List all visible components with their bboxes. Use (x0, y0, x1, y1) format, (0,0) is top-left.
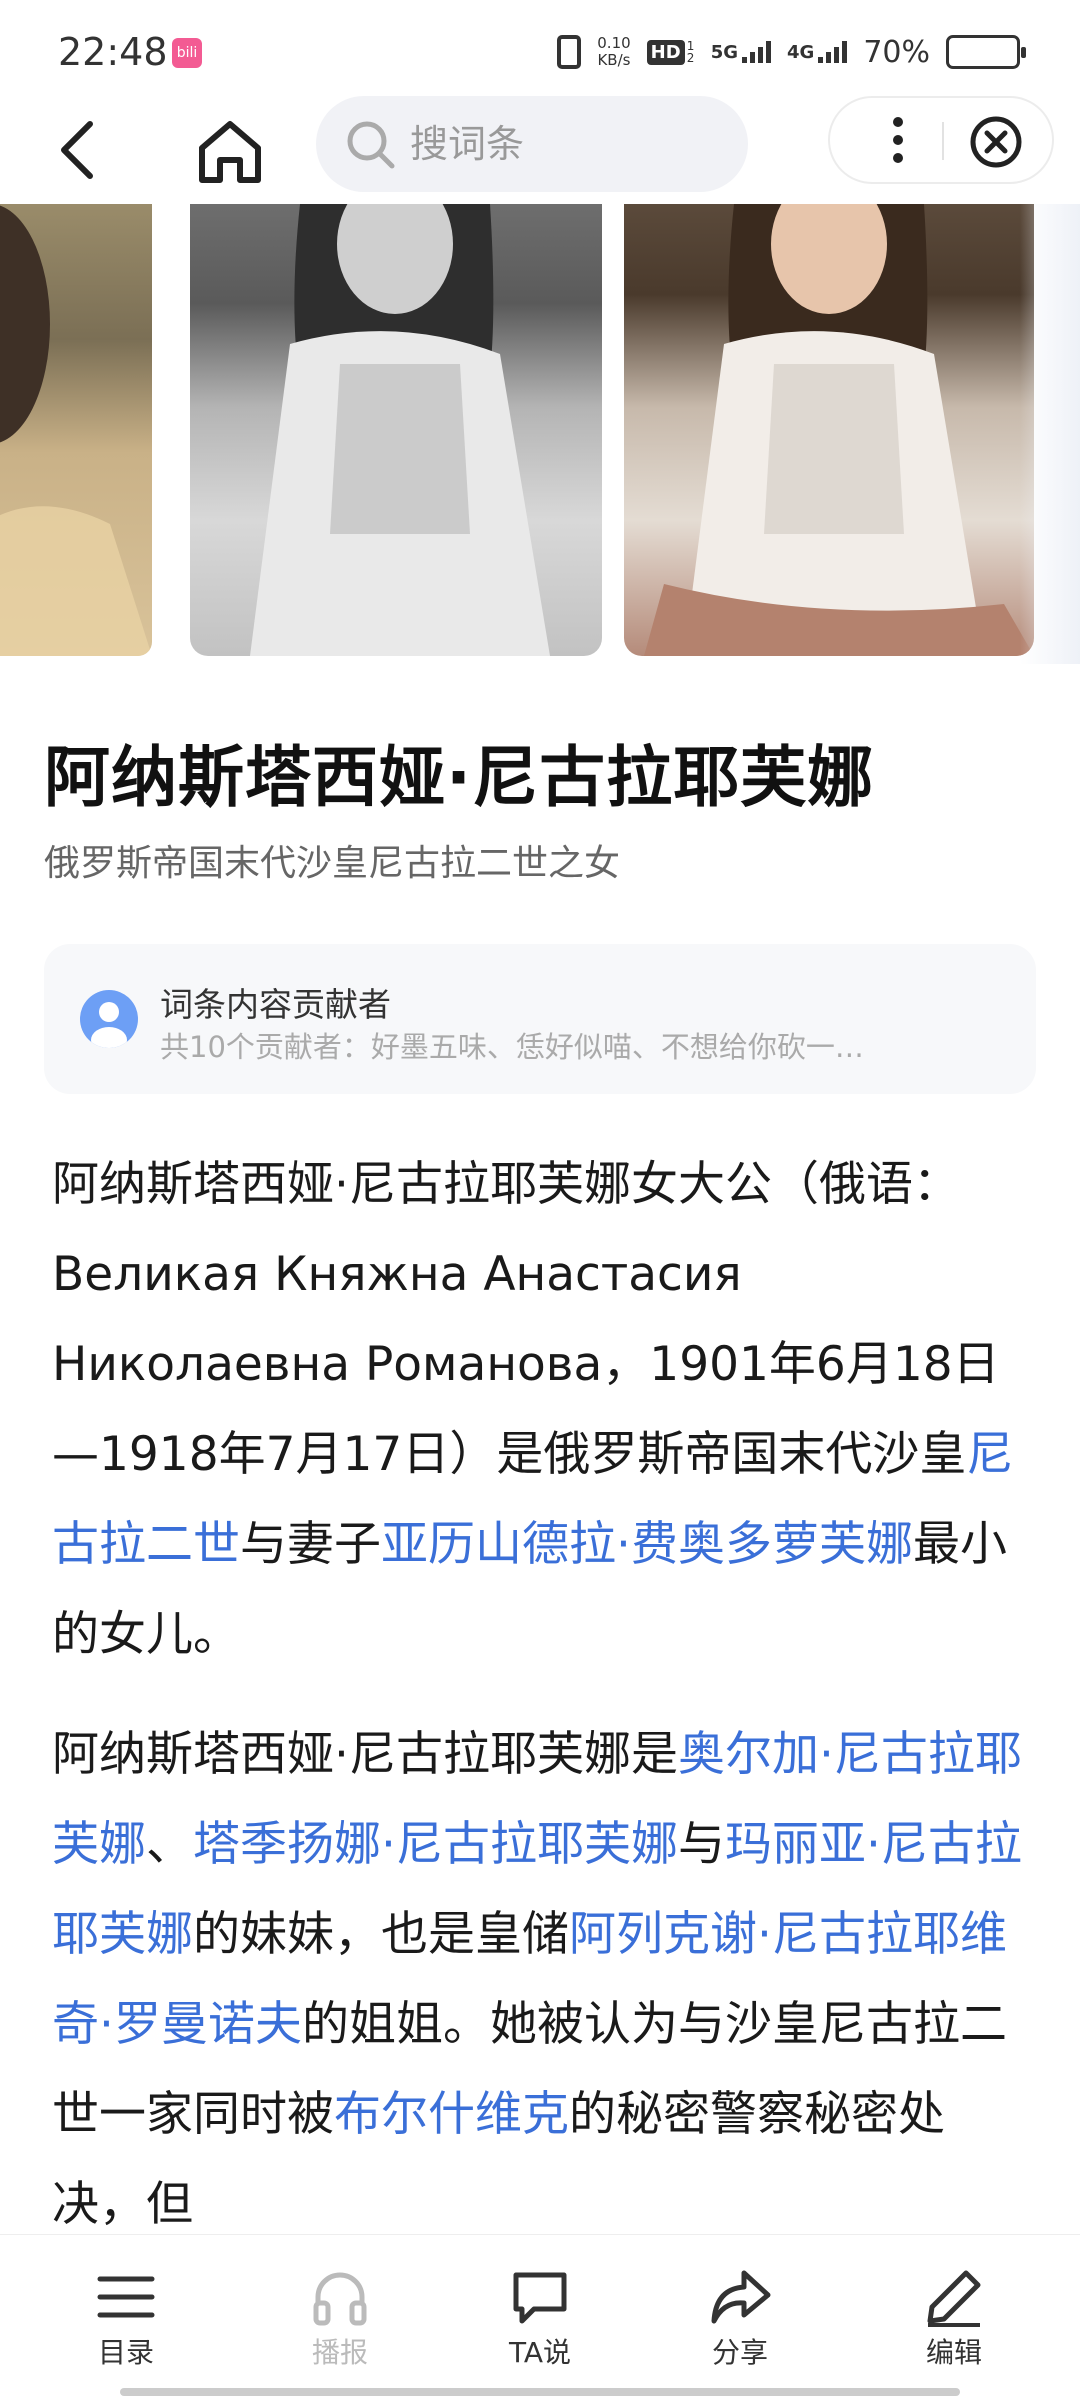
signal-bars-icon (818, 41, 848, 63)
contributors-card[interactable]: 词条内容贡献者 共10个贡献者：好墨五味、恁好似喵、不想给你砍一… (44, 944, 1036, 1094)
signal-bars-icon (742, 41, 771, 63)
portrait-image (250, 204, 550, 656)
share-icon (711, 2270, 771, 2324)
mini-app-capsule (828, 96, 1054, 184)
hd-voice-icon: HD (646, 39, 685, 65)
comment-icon (513, 2272, 567, 2324)
body-text: 阿纳斯塔西娅·尼古拉耶芙娜是 (52, 1727, 678, 1782)
signal-5g: 5G (711, 41, 771, 63)
battery-icon (946, 35, 1026, 69)
portrait-image (644, 204, 1034, 656)
bilibili-notification-icon: bili (172, 38, 202, 68)
search-icon (347, 121, 395, 169)
body-text: 阿纳斯塔西娅·尼古拉耶芙娜女大公（俄语：Великая Княжна Анаст… (52, 1157, 1000, 1482)
search-box[interactable] (316, 96, 748, 192)
close-button[interactable] (966, 112, 1026, 172)
link-tatiana-nikolaevna[interactable]: 塔季扬娜·尼古拉耶芙娜 (193, 1817, 678, 1872)
edit-button[interactable]: 编辑 (884, 2265, 1024, 2371)
home-button[interactable] (190, 110, 270, 190)
avatar-icon (80, 990, 138, 1048)
link-bolsheviks[interactable]: 布尔什维克 (334, 2087, 569, 2142)
page-subtitle: 俄罗斯帝国末代沙皇尼古拉二世之女 (44, 843, 621, 884)
body-text: 的妹妹，也是皇储 (193, 1907, 569, 1962)
toc-button[interactable]: 目录 (56, 2265, 196, 2371)
home-icon (199, 121, 261, 183)
gallery-photo[interactable] (624, 204, 1034, 656)
contributors-names: 共10个贡献者：好墨五味、恁好似喵、不想给你砍一… (160, 1030, 864, 1064)
battery-percent: 70% (863, 34, 930, 70)
back-icon (61, 121, 93, 179)
edit-icon (927, 2270, 981, 2327)
gallery-photo[interactable] (0, 204, 152, 656)
toc-label: 目录 (97, 2336, 154, 2369)
image-gallery[interactable] (0, 204, 1080, 664)
back-button[interactable] (44, 110, 114, 190)
network-speed: 0.10 KB/s (597, 35, 630, 69)
share-button[interactable]: 分享 (670, 2265, 810, 2371)
edit-label: 编辑 (925, 2336, 982, 2369)
ta-say-label: TA说 (508, 2336, 572, 2369)
close-icon (970, 116, 1022, 168)
status-time: 22:48 (58, 30, 168, 74)
more-icon (893, 117, 903, 163)
bottom-toolbar: 目录 播报 TA说 分享 编辑 (0, 2234, 1080, 2400)
signal-4g: 4G (787, 41, 848, 63)
top-nav (0, 96, 1080, 204)
listen-button[interactable]: 播报 (270, 2265, 410, 2371)
portrait-image (0, 205, 152, 656)
status-indicators: 0.10 KB/s HD 1 2 5G 4G 70% (557, 30, 1026, 74)
network-speed-unit: KB/s (597, 51, 631, 69)
capsule-divider (942, 122, 944, 160)
body-text: 、 (146, 1817, 193, 1872)
vibrate-icon (557, 35, 582, 69)
status-bar: 22:48 bili 0.10 KB/s HD 1 2 5G 4G 70% (0, 0, 1080, 96)
article-content: 阿纳斯塔西娅·尼古拉耶芙娜女大公（俄语：Великая Княжна Анаст… (52, 1140, 1032, 2280)
paragraph: 阿纳斯塔西娅·尼古拉耶芙娜是奥尔加·尼古拉耶芙娜、塔季扬娜·尼古拉耶芙娜与玛丽亚… (52, 1710, 1032, 2250)
body-text: 与妻子 (240, 1517, 381, 1572)
headphones-icon (313, 2272, 367, 2326)
ta-say-button[interactable]: TA说 (470, 2265, 610, 2371)
gallery-photo[interactable] (190, 204, 602, 656)
contributors-label: 词条内容贡献者 (160, 985, 391, 1024)
net-type-5g: 5G (710, 42, 738, 63)
link-alexandra-feodorovna[interactable]: 亚历山德拉·费奥多萝芙娜 (381, 1517, 913, 1572)
paragraph: 阿纳斯塔西娅·尼古拉耶芙娜女大公（俄语：Великая Княжна Анаст… (52, 1140, 1032, 1680)
page-title: 阿纳斯塔西娅·尼古拉耶芙娜 (44, 739, 875, 816)
home-indicator[interactable] (120, 2388, 960, 2396)
hd-sub-label: 1 2 (686, 39, 695, 65)
net-type-4g: 4G (787, 42, 815, 63)
body-text: 与 (677, 1817, 725, 1872)
more-button[interactable] (870, 112, 926, 168)
search-input[interactable] (410, 122, 730, 166)
share-label: 分享 (711, 2336, 768, 2369)
network-speed-value: 0.10 (597, 34, 631, 52)
list-icon (97, 2276, 155, 2318)
listen-label: 播报 (311, 2336, 368, 2369)
